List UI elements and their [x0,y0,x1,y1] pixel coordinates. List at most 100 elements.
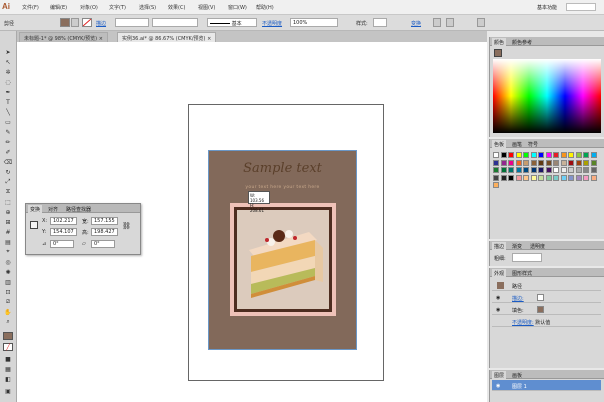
swatch[interactable] [530,174,537,181]
constrain-proportions-icon[interactable]: ⛓ [122,222,131,230]
swatch[interactable] [508,174,514,181]
free-transform-tool-icon[interactable]: ⬚ [3,198,13,206]
swatch[interactable] [590,167,597,173]
swatch[interactable] [523,174,529,181]
picture-frame[interactable] [230,203,336,316]
lasso-tool-icon[interactable]: ◌ [3,78,13,86]
stroke-weight-input[interactable] [512,253,542,262]
tab-artboards[interactable]: 画板 [510,371,524,380]
swatch[interactable] [553,152,559,158]
swatch[interactable] [523,159,529,166]
menu-edit[interactable]: 编辑(E) [50,4,67,11]
fill-color-icon[interactable] [3,332,13,340]
swatch[interactable] [560,159,567,166]
swatch[interactable] [500,174,507,181]
swatch[interactable] [583,174,589,181]
tab-pathfinder[interactable]: 路径查找器 [64,205,93,214]
stroke-row-label[interactable]: 描边: [512,296,524,302]
stroke-swatch[interactable] [82,18,92,27]
menu-object[interactable]: 对象(O) [80,4,98,11]
eyedropper-tool-icon[interactable]: ⌖ [3,248,13,256]
swatch[interactable] [590,152,597,158]
search-input[interactable] [566,3,596,11]
blend-tool-icon[interactable]: ◎ [3,258,13,266]
artboard-tool-icon[interactable]: ⊡ [3,288,13,296]
opacity-row-label[interactable]: 不透明度: [512,320,534,326]
menu-select[interactable]: 选择(S) [139,4,156,11]
stroke-none-swatch[interactable] [537,294,544,301]
swatch[interactable] [583,167,589,173]
swatch[interactable] [523,152,529,158]
reference-point-icon[interactable] [30,221,38,229]
swatch[interactable] [530,167,537,173]
swatch[interactable] [508,159,514,166]
swatch[interactable] [575,174,582,181]
tab-instance36[interactable]: 实例36.ai* @ 86.67% (CMYK/预览) × [117,32,217,42]
layer-row[interactable]: ◉ 图层 1 [492,380,601,391]
swatch[interactable] [515,152,522,158]
zoom-tool-icon[interactable]: ⌕ [3,318,13,326]
shape-builder-tool-icon[interactable]: ⊕ [3,208,13,216]
tab-untitled[interactable]: 未标题-1* @ 98% (CMYK/预览) × [19,32,108,42]
swatch[interactable] [493,182,499,188]
shear-angle-field[interactable]: 0° [91,240,115,248]
swatch[interactable] [560,152,567,158]
menu-view[interactable]: 视图(V) [198,4,215,11]
direct-selection-tool-icon[interactable]: ↖ [3,58,13,66]
perspective-grid-tool-icon[interactable]: ⊞ [3,218,13,226]
swatch[interactable] [538,174,544,181]
eye-icon[interactable]: ◉ [496,295,500,301]
screen-mode-icon[interactable]: ▣ [3,387,13,395]
swatch[interactable] [493,174,499,181]
swatch[interactable] [575,159,582,166]
tab-align[interactable]: 对齐 [46,205,60,214]
stroke-link[interactable]: 描边 [96,20,106,27]
y-field[interactable]: 154.107 [50,228,77,236]
eye-icon[interactable]: ◉ [496,383,500,389]
tab-gradient[interactable]: 渐变 [510,242,524,251]
type-tool-icon[interactable]: T [3,98,13,106]
swatch[interactable] [515,174,522,181]
width-tool-icon[interactable]: ⧖ [3,188,13,196]
width-field[interactable]: 157.155 [91,217,118,225]
panel-menu-button[interactable] [477,18,485,27]
swatch[interactable] [493,167,499,173]
swatch[interactable] [553,174,559,181]
swatch[interactable] [590,159,597,166]
swatch[interactable] [545,152,552,158]
transform-link[interactable]: 变换 [411,20,421,27]
swatch[interactable] [568,159,574,166]
pencil-tool-icon[interactable]: ✏ [3,138,13,146]
swatch[interactable] [568,167,574,173]
swatch[interactable] [553,159,559,166]
swatch[interactable] [583,152,589,158]
swatch[interactable] [500,167,507,173]
swatch[interactable] [493,152,499,158]
menu-effect[interactable]: 效果(C) [168,4,185,11]
hand-tool-icon[interactable]: ✋ [3,308,13,316]
swatch[interactable] [500,159,507,166]
tab-appearance[interactable]: 外观 [492,269,507,278]
swatch[interactable] [538,152,544,158]
color-fill-indicator[interactable] [494,49,502,57]
swatch[interactable] [575,167,582,173]
tab-color[interactable]: 颜色 [492,38,507,47]
tab-stroke[interactable]: 描边 [492,242,507,251]
swatch[interactable] [530,152,537,158]
selection-tool-icon[interactable]: ➤ [3,48,13,56]
style-swatch[interactable] [373,18,387,27]
swatch[interactable] [553,167,559,173]
line-tool-icon[interactable]: ╲ [3,108,13,116]
swatch[interactable] [538,167,544,173]
blob-brush-tool-icon[interactable]: ✐ [3,148,13,156]
swatch[interactable] [568,174,574,181]
swatch[interactable] [560,167,567,173]
scale-tool-icon[interactable]: ⤢ [3,178,13,186]
eraser-tool-icon[interactable]: ⌫ [3,158,13,166]
column-graph-tool-icon[interactable]: ▥ [3,278,13,286]
eye-icon[interactable]: ◉ [496,307,500,313]
isolate-button[interactable] [446,18,454,27]
swatch[interactable] [515,167,522,173]
variable-width-field[interactable] [152,18,198,27]
fill-dropdown[interactable] [71,18,79,27]
